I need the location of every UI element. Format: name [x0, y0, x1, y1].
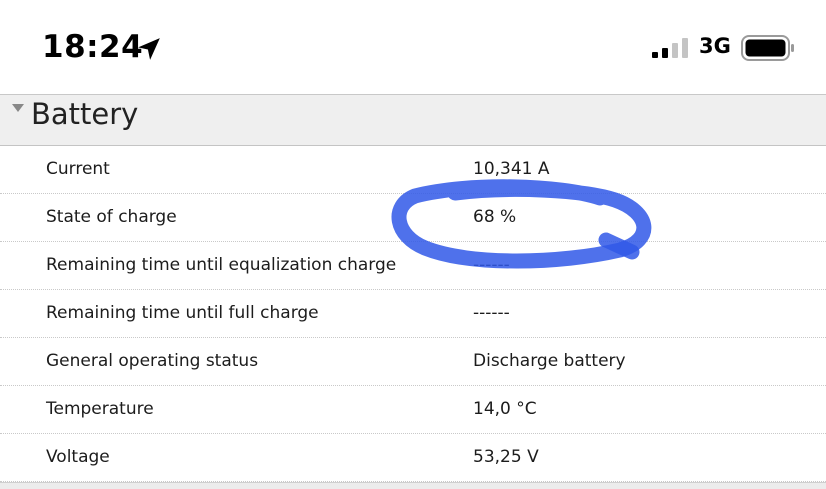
row-value: 14,0 °C — [473, 399, 537, 419]
table-row: Current 10,341 A — [0, 145, 826, 194]
row-label: Remaining time until equalization charge — [46, 255, 397, 275]
row-value: 53,25 V — [473, 447, 539, 467]
table-row: Temperature 14,0 °C — [0, 385, 826, 434]
table-row: Voltage 53,25 V — [0, 433, 826, 482]
row-value: ------ — [473, 303, 510, 323]
collapse-triangle-icon[interactable] — [12, 104, 24, 112]
section-title: Battery — [31, 97, 139, 131]
row-value: 68 % — [473, 207, 517, 227]
status-time: 18:24 — [42, 29, 144, 65]
table-row: Remaining time until equalization charge… — [0, 241, 826, 290]
row-label: General operating status — [46, 351, 259, 371]
row-label: Voltage — [46, 447, 110, 467]
row-value: 10,341 A — [473, 159, 550, 179]
row-label: Temperature — [46, 399, 154, 419]
table-row: State of charge 68 % — [0, 193, 826, 242]
location-arrow-icon — [138, 38, 160, 60]
row-label: Remaining time until full charge — [46, 303, 319, 323]
battery-icon — [741, 35, 794, 61]
table-row: Remaining time until full charge ------ — [0, 289, 826, 338]
row-label: State of charge — [46, 207, 177, 227]
signal-strength-icon — [652, 38, 688, 58]
row-value: ------ — [473, 255, 510, 275]
row-value: Discharge battery — [473, 351, 626, 371]
network-type: 3G — [699, 34, 731, 58]
table-row: General operating status Discharge batte… — [0, 337, 826, 386]
status-bar: 18:24 3G — [0, 0, 826, 94]
row-label: Current — [46, 159, 110, 179]
